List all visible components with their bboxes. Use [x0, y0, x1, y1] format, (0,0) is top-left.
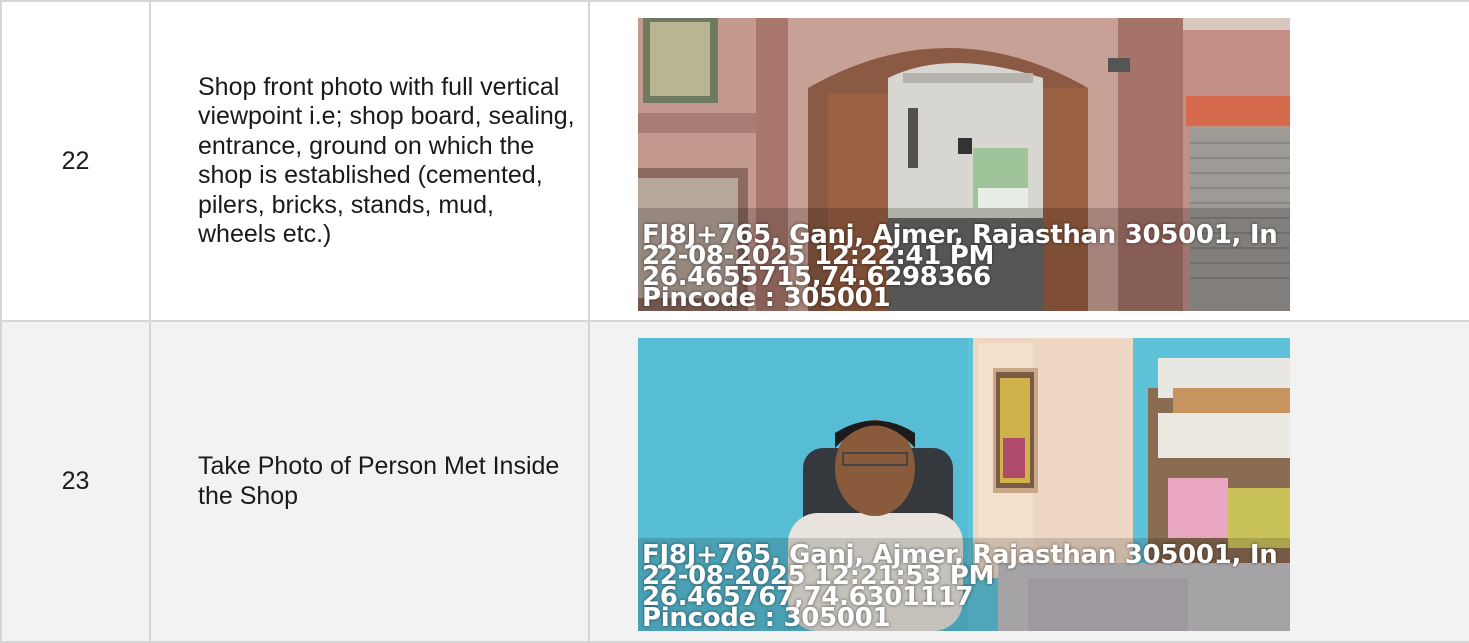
report-table: 22 Shop front photo with full vertical v… — [0, 0, 1469, 643]
row-description: Shop front photo with full vertical view… — [149, 0, 590, 322]
photo-cell: FJ8J+765, Ganj, Ajmer, Rajasthan 305001,… — [588, 320, 1469, 643]
photo-geotag-overlay: FJ8J+765, Ganj, Ajmer, Rajasthan 305001,… — [642, 542, 1278, 631]
table-row: 22 Shop front photo with full vertical v… — [0, 0, 1469, 322]
photo-geotag-overlay: FJ8J+765, Ganj, Ajmer, Rajasthan 305001,… — [642, 222, 1278, 311]
row-number: 23 — [0, 320, 151, 643]
row-description: Take Photo of Person Met Inside the Shop — [149, 320, 590, 643]
person-met-photo: FJ8J+765, Ganj, Ajmer, Rajasthan 305001,… — [638, 338, 1290, 631]
row-number: 22 — [0, 0, 151, 322]
photo-cell: FJ8J+765, Ganj, Ajmer, Rajasthan 305001,… — [588, 0, 1469, 322]
shop-front-photo: FJ8J+765, Ganj, Ajmer, Rajasthan 305001,… — [638, 18, 1290, 311]
table-row: 23 Take Photo of Person Met Inside the S… — [0, 320, 1469, 643]
